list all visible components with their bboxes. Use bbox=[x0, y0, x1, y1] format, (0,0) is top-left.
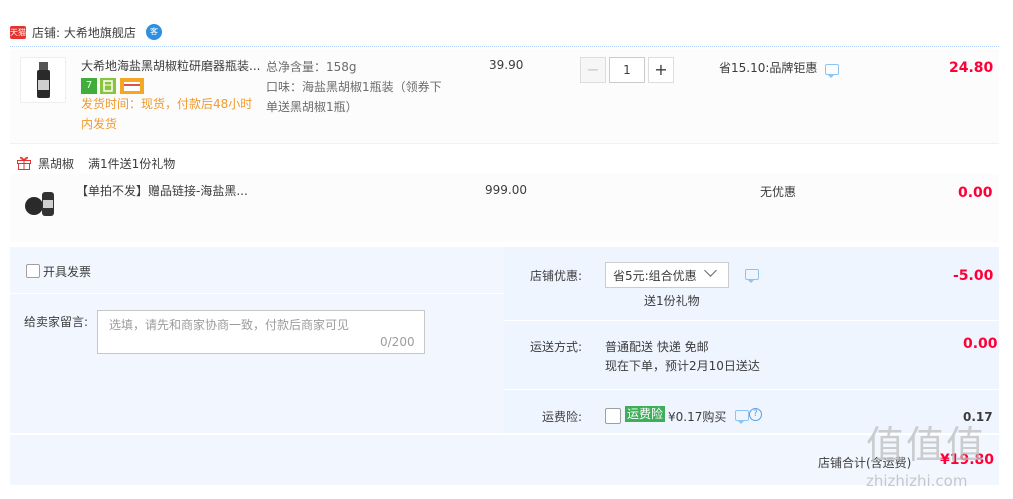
tmall-badge: 天猫 bbox=[10, 26, 26, 39]
delivery-method: 普通配送 快递 免邮 bbox=[605, 340, 709, 354]
divider bbox=[10, 46, 999, 47]
discount-comment-icon[interactable] bbox=[745, 269, 759, 283]
gift-unit-price: 999.00 bbox=[485, 183, 527, 197]
gift-promotion: 无优惠 bbox=[760, 185, 797, 199]
service-icon bbox=[100, 78, 116, 94]
item-subtotal: 24.80 bbox=[949, 60, 994, 76]
insurance-price: ¥0.17购买 bbox=[668, 410, 727, 424]
invoice-label[interactable]: 开具发票 bbox=[43, 263, 91, 280]
gift-thumbnail[interactable] bbox=[20, 182, 64, 222]
increase-button[interactable]: + bbox=[648, 57, 674, 83]
product-thumbnail[interactable] bbox=[20, 57, 66, 103]
insurance-checkbox[interactable] bbox=[605, 408, 621, 424]
sku-weight: 总净含量：158g bbox=[266, 60, 357, 74]
gift-name: 黑胡椒 bbox=[38, 157, 75, 171]
watermark-logo: 值值值 bbox=[866, 423, 987, 467]
shop-discount-note: 送1份礼物 bbox=[644, 294, 700, 308]
divider bbox=[504, 389, 999, 390]
invoice-checkbox[interactable] bbox=[26, 264, 40, 278]
watermark-site: zhizhizhi.com bbox=[866, 472, 968, 490]
gift-title-link[interactable]: 【单拍不发】赠品链接-海盐黑... bbox=[76, 183, 248, 199]
quantity-input[interactable]: 1 bbox=[609, 57, 645, 83]
insurance-comment-icon[interactable] bbox=[735, 410, 749, 424]
message-char-count: 0/200 bbox=[380, 335, 415, 349]
divider bbox=[504, 320, 999, 321]
message-label: 给卖家留言: bbox=[24, 315, 89, 329]
shop-name-link[interactable]: 店铺: 大希地旗舰店 bbox=[32, 24, 136, 41]
product-title-link[interactable]: 大希地海盐黑胡椒粒研磨器瓶装... bbox=[81, 58, 261, 74]
gift-icon bbox=[16, 155, 32, 170]
delivery-eta: 现在下单，预计2月10日送达 bbox=[605, 359, 760, 373]
shipping-time: 发货时间：现货，付款后48小时内发货 bbox=[81, 97, 253, 131]
unit-price: 39.90 bbox=[489, 58, 524, 72]
shop-discount-value: -5.00 bbox=[953, 268, 994, 284]
gift-rule: 满1件送1份礼物 bbox=[88, 157, 176, 171]
delivery-label: 运送方式: bbox=[530, 340, 583, 354]
insurance-label: 运费险: bbox=[542, 410, 583, 424]
shop-discount-label: 店铺优惠: bbox=[530, 269, 583, 283]
delivery-value: 0.00 bbox=[963, 336, 998, 352]
quantity-stepper: − 1 + bbox=[580, 57, 674, 83]
message-placeholder: 选填，请先和商家协商一致，付款后商家可见 bbox=[109, 318, 350, 332]
sku-flavor: 口味：海盐黑胡椒1瓶装（领券下单送黑胡椒1瓶） bbox=[266, 80, 442, 114]
gift-subtotal: 0.00 bbox=[958, 185, 993, 201]
promo-comment-icon[interactable] bbox=[825, 64, 839, 78]
seven-day-return-icon: 7 bbox=[81, 78, 97, 94]
help-icon[interactable]: ? bbox=[749, 408, 762, 421]
wangwang-chat-icon[interactable]: 客 bbox=[146, 24, 162, 40]
decrease-button[interactable]: − bbox=[580, 57, 606, 83]
credit-card-icon bbox=[120, 78, 144, 94]
divider bbox=[10, 293, 504, 294]
shop-discount-selected: 省5元:组合优惠 bbox=[613, 269, 697, 283]
insurance-tag: 运费险 bbox=[625, 406, 666, 422]
item-promotion: 省15.10:品牌钜惠 bbox=[719, 61, 818, 75]
